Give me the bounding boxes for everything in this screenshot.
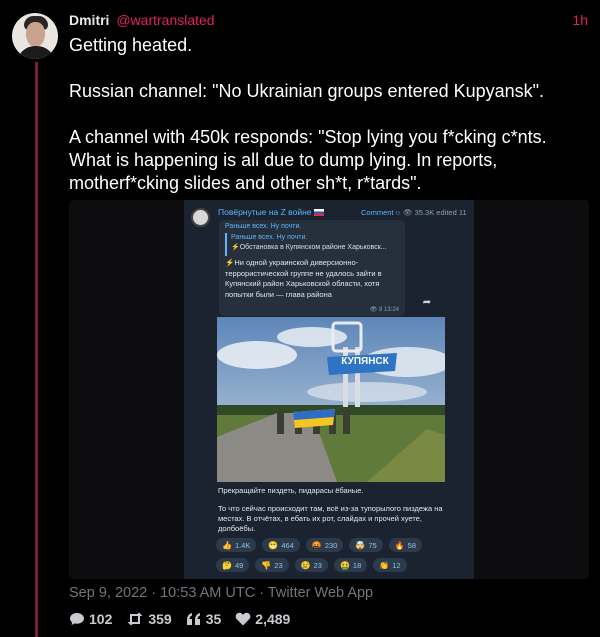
crying-icon: 😢 [300, 560, 311, 570]
channel-name-text: Повёрнутые на Z войне [218, 207, 312, 217]
reaction-count: 464 [281, 540, 294, 550]
comment-link: Comment ○ [361, 208, 400, 217]
share-arrow-icon: ➦ [422, 297, 432, 308]
thread-line [35, 62, 38, 637]
comment-icon: ○ [395, 208, 401, 217]
channel-name: Повёрнутые на Z войне [218, 207, 324, 217]
forward-title: Раньше всех. Ну почти. [225, 223, 302, 230]
tweet-time[interactable]: 1h [572, 12, 588, 28]
like-button[interactable]: 2,489 [235, 611, 290, 627]
kupyansk-sign-text: КУПЯНСК [341, 356, 389, 367]
attached-image[interactable]: Повёрнутые на Z войне Comment ○ 👁 35.3K … [69, 200, 589, 579]
clap-icon: 👏 [379, 560, 390, 570]
reaction-count: 1.4K [234, 540, 251, 550]
quote-title: Раньше всех. Ну почти. [231, 234, 308, 241]
reaction-count: 75 [368, 540, 377, 550]
mind-blown-icon: 🤯 [355, 540, 366, 550]
avatar-face [26, 22, 45, 47]
angry-face-icon: 🤬 [311, 540, 322, 550]
reaction-pill: 👍 1.4K [216, 538, 257, 552]
tweet-line: What is happening is all due to dump lyi… [69, 150, 498, 170]
thumbs-down-icon: 👎 [261, 560, 272, 570]
reaction-count: 230 [324, 540, 338, 550]
author-handle[interactable]: @wartranslated [116, 12, 214, 28]
reaction-count: 12 [392, 560, 401, 570]
views-count: 👁 35.3K edited 11 [403, 208, 467, 217]
channel-post-caption: Прекращайте пиздеть, пидарасы ёбаные. То… [218, 486, 458, 534]
tweet-line: Getting heated. [69, 35, 193, 55]
kupyansk-photo: КУПЯНСК [217, 317, 445, 482]
caption-line: Прекращайте пиздеть, пидарасы ёбаные. [218, 486, 364, 495]
like-count: 2,489 [255, 611, 291, 627]
quote-text: ⚡Обстановка в Купянском районе Харьковск… [231, 244, 387, 251]
reaction-count: 49 [234, 560, 244, 570]
comment-label: Comment [361, 208, 394, 217]
tweet-line: Russian channel: "No Ukrainian groups en… [69, 81, 545, 101]
channel-avatar [191, 208, 210, 227]
fire-icon: 🔥 [394, 540, 405, 550]
russia-flag-icon [313, 209, 324, 216]
reaction-pill: 🤔 49 [216, 558, 250, 572]
reactions-row: 👍 1.4K 😁 464 🤬 230 🤯 75 🔥 58 [216, 538, 472, 552]
forward-body: ⚡Ни одной украинской диверсионно-террори… [225, 258, 382, 299]
reaction-pill: 😢 23 [294, 558, 328, 572]
reactions: 👍 1.4K 😁 464 🤬 230 🤯 75 🔥 58 🤔 49 👎 23 😢 23 🤮 18 … [216, 538, 472, 578]
heart-icon [235, 612, 251, 626]
reply-button[interactable]: 102 [69, 611, 112, 627]
quote-icon [186, 613, 200, 625]
tweet-stats: 102 359 35 2,489 [69, 611, 290, 627]
views-text: 35.3K edited 11 [414, 208, 467, 217]
author-avatar[interactable] [12, 13, 58, 59]
quote-button[interactable]: 35 [186, 611, 222, 627]
reactions-row: 🤔 49 👎 23 😢 23 🤮 18 👏 12 [216, 558, 472, 572]
reaction-count: 18 [352, 560, 362, 570]
reaction-pill: 😁 464 [262, 538, 300, 552]
eye-icon: 👁 [403, 208, 413, 217]
forward-meta: 👁 8 13:24 [369, 307, 399, 313]
tweet-text: Getting heated. Russian channel: "No Ukr… [69, 34, 589, 195]
thumbs-up-icon: 👍 [222, 540, 232, 550]
reply-count: 102 [89, 611, 113, 627]
reaction-pill: 👏 12 [373, 558, 407, 572]
tweet-line: motherf*cking slides and other sh*t, r*t… [69, 173, 422, 193]
reply-quote: Раньше всех. Ну почти. ⚡Обстановка в Куп… [225, 233, 401, 256]
tweet-timestamp[interactable]: Sep 9, 2022 · 10:53 AM UTC · Twitter Web… [69, 585, 373, 601]
caption-paragraph: То что сейчас происходит там, всё из-за … [218, 504, 443, 533]
tweet-line: A channel with 450k responds: "Stop lyin… [69, 127, 547, 147]
vomit-icon: 🤮 [339, 560, 350, 570]
reaction-pill: 👎 23 [255, 558, 289, 572]
retweet-count: 359 [148, 611, 172, 627]
forwarded-message: Раньше всех. Ну почти. Раньше всех. Ну п… [219, 220, 405, 316]
tweet-header: Dmitri @wartranslated 1h [69, 12, 588, 32]
telegram-screenshot: Повёрнутые на Z войне Comment ○ 👁 35.3K … [184, 200, 474, 579]
author-name[interactable]: Dmitri [69, 12, 109, 28]
retweet-icon [127, 612, 143, 626]
quote-count: 35 [205, 611, 222, 627]
avatar-body [17, 46, 55, 59]
thinking-icon: 🤔 [222, 560, 232, 570]
grin-icon: 😁 [268, 540, 279, 550]
comment-icon [70, 613, 84, 625]
reaction-count: 58 [407, 540, 416, 550]
reaction-count: 23 [274, 560, 283, 570]
reaction-pill: 🤬 230 [305, 538, 344, 552]
reaction-pill: 🤮 18 [333, 558, 368, 572]
reaction-count: 23 [313, 560, 322, 570]
photo-scene [217, 317, 445, 482]
reaction-pill: 🔥 58 [388, 538, 422, 552]
reaction-pill: 🤯 75 [349, 538, 383, 552]
retweet-button[interactable]: 359 [126, 611, 172, 627]
